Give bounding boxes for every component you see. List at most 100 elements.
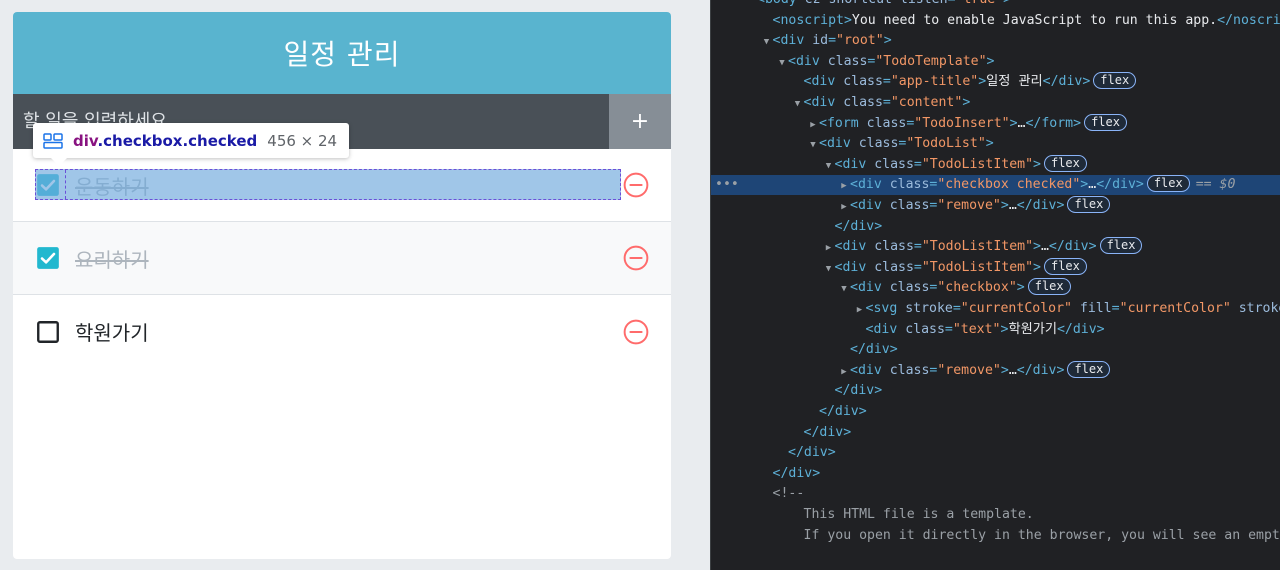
dom-node-line[interactable]: ▼ <div class="checkbox"> flex [711,278,1280,298]
dom-token-tag: </div> [834,383,883,399]
expanded-triangle-icon[interactable]: ▼ [761,32,773,52]
dom-token-val: "checkbox" [937,280,1017,296]
app-title: 일정 관리 [13,12,671,94]
dom-node-line[interactable]: ▼ <div class="TodoListItem"> flex [711,257,1280,279]
dom-node-line[interactable]: ▶ <div class="remove">…</div> flex [711,360,1280,382]
dom-token-com: If you open it directly in the browser, … [803,527,1280,543]
node-actions-ellipsis[interactable]: ••• [715,175,739,195]
dom-node-line[interactable]: <!-- [711,484,1280,504]
dom-node-line[interactable]: If you open it directly in the browser, … [711,526,1280,546]
dom-node-line[interactable]: ▶ <div class="TodoListItem">…</div> flex [711,237,1280,257]
dom-token-tag: > [962,95,971,110]
expanded-triangle-icon[interactable]: ▼ [838,279,850,299]
todo-text: 학원가기 [75,321,149,345]
add-todo-button[interactable]: + [609,94,671,149]
tooltip-class: .checkbox.checked [97,131,258,150]
dom-node-line[interactable]: <noscript>You need to enable JavaScript … [711,11,1280,31]
flex-badge[interactable]: flex [1099,237,1143,255]
dom-node-line[interactable]: ▼ <div class="TodoListItem"> flex [711,154,1280,176]
dom-token-val: "checkbox checked" [937,177,1081,193]
dom-token-tag: > [1033,156,1041,172]
expanded-triangle-icon[interactable]: ▼ [776,53,788,73]
collapsed-triangle-icon[interactable]: ▶ [807,115,819,135]
remove-button[interactable] [623,319,649,345]
dom-token-tag: </div> [1042,74,1091,90]
flex-badge[interactable]: flex [1027,278,1071,296]
dom-node-line[interactable]: ▼ <div class="TodoList"> [711,134,1280,154]
dom-token-tag: = [828,33,837,49]
dom-node-line[interactable]: This HTML file is a template. [711,505,1280,525]
flex-badge[interactable]: flex [1093,72,1137,90]
dom-node-line[interactable]: ▼ <div class="content"> [711,93,1280,113]
flex-badge[interactable]: flex [1043,154,1087,172]
dom-node-line[interactable]: ▼ <div id="root"> [711,31,1280,51]
dom-token-tag: = [913,156,922,172]
dom-node-line[interactable]: <div class="text">학원가기</div> [711,320,1280,340]
dom-node-selected[interactable]: ••• ▶ <div class="checkbox checked">…</div… [711,175,1280,196]
dom-node-line[interactable]: </div> [711,340,1280,360]
minus-circle-icon [623,172,649,198]
dom-token-attr: class [827,53,868,69]
dom-token-tag: </div> [1056,321,1105,337]
dom-token-tag: > [1033,259,1041,275]
todo-checkbox[interactable]: 요리하기 [35,243,623,273]
todo-checkbox[interactable]: 운동하기 [35,169,623,200]
dom-token-val: "currentColor" [1119,301,1231,316]
collapsed-triangle-icon[interactable]: ▶ [838,197,850,217]
dom-token-attr: class [874,259,914,275]
remove-button[interactable] [623,245,649,271]
minus-circle-icon [623,245,649,271]
flex-badge[interactable]: flex [1084,113,1127,131]
dom-node-line[interactable]: </div> [711,381,1280,401]
dom-node-line[interactable]: <div class="app-title">일정 관리</div> flex [711,72,1280,92]
dom-token-tag: > [1033,239,1041,255]
dom-token-text: 일정 관리 [986,74,1043,90]
collapsed-triangle-icon[interactable]: ▶ [823,238,835,258]
checked-box-icon [37,247,59,269]
flex-badge[interactable]: flex [1067,360,1111,378]
dom-node-line[interactable]: ▼ <div class="TodoTemplate"> [711,52,1280,72]
todo-checkbox[interactable]: 학원가기 [35,317,623,347]
dom-token-tag: = [882,95,891,110]
dom-token-tag: = [952,301,961,316]
dom-token-com: This HTML file is a template. [803,507,1034,522]
dom-node-line[interactable]: </div> [711,423,1280,443]
flex-badge[interactable]: flex [1146,175,1190,193]
dom-token-text: You need to enable JavaScript to run thi… [851,12,1218,28]
dom-token-attr: stroke-width [1238,301,1280,316]
dom-token-tag: <div [834,156,875,172]
flex-badge[interactable]: flex [1067,196,1111,213]
dom-node-line[interactable]: ▶ <svg stroke="currentColor" fill="curren… [711,299,1280,319]
expanded-triangle-icon[interactable]: ▼ [823,156,835,176]
dom-token-tag: <form [819,115,867,131]
collapsed-triangle-icon[interactable]: ▶ [838,176,850,196]
expanded-triangle-icon[interactable]: ▼ [823,259,835,279]
dom-node-line[interactable]: ▶ <div class="remove">…</div> flex [711,196,1280,216]
dom-node-line[interactable]: </div> [711,402,1280,422]
dom-token-tag: </div> [1016,198,1065,213]
dom-node-line[interactable]: </div> [711,464,1280,484]
flex-badge[interactable]: flex [1043,257,1087,275]
inspect-tooltip: div.checkbox.checked 456 × 24 [33,123,350,166]
dom-node-line[interactable]: </div> [711,443,1280,463]
dom-token-val: "TodoInsert" [914,115,1010,131]
dom-node-line[interactable]: </div> [711,217,1280,237]
dom-token-tag: <div [850,177,890,193]
dom-node-line[interactable]: <body cz-shortcut-listen="true"> [711,0,1280,10]
dom-node-line[interactable]: ▶ <form class="TodoInsert">…</form> flex [711,113,1280,135]
dom-token-attr: class [843,74,883,90]
remove-button[interactable] [623,172,649,198]
dom-token-tag: > [986,53,995,69]
dom-token-val: "remove" [937,362,1001,378]
dom-token-tag: = [882,74,891,90]
expanded-triangle-icon[interactable]: ▼ [807,135,819,155]
dom-token-attr: class [843,95,883,110]
collapsed-triangle-icon[interactable]: ▶ [838,362,850,382]
todo-text: 운동하기 [75,174,149,199]
dom-token-val: "TodoList" [906,136,986,152]
dom-token-tag: <div [865,321,906,337]
expanded-triangle-icon[interactable]: ▼ [792,94,804,114]
collapsed-triangle-icon[interactable]: ▶ [854,300,866,320]
dom-token-val: "TodoListItem" [921,156,1034,172]
dom-token-attr: fill [1079,301,1112,316]
